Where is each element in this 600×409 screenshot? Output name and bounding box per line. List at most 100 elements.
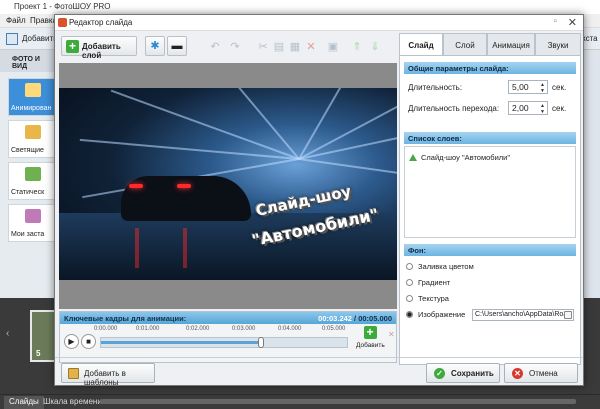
tick-label: 0:01.000	[136, 326, 160, 332]
slide-editor-dialog: Редактор слайда ▫ ✕ + Добавить слой ✱ ▬ …	[54, 14, 584, 387]
text-bubble-button[interactable]: ▬	[167, 36, 187, 56]
add-to-templates-button[interactable]: Добавить в шаблоны	[61, 363, 155, 387]
cancel-icon: ✕	[512, 368, 523, 379]
close-icon[interactable]: ✕	[568, 16, 577, 29]
radio-gradient[interactable]: Градиент	[406, 278, 450, 287]
spinner-arrows-icon[interactable]: ▲ ▼	[540, 103, 545, 115]
playhead[interactable]	[257, 337, 264, 348]
add-layer-label: Добавить слой	[82, 42, 121, 60]
keyframes-panel: Ключевые кадры для анимации: 00:03.242 /…	[59, 311, 397, 363]
properties-panel: Слайд Слой Анимация Звуки Общие параметр…	[399, 33, 581, 365]
effects-button[interactable]: ✱	[145, 36, 165, 56]
transition-unit: сек.	[552, 104, 567, 113]
cut-icon[interactable]: ✂	[255, 39, 271, 55]
side-item-animated[interactable]: Анимирован	[8, 78, 56, 116]
menu-edit[interactable]: Правка	[30, 16, 57, 25]
add-button[interactable]: Добавить	[22, 34, 57, 43]
move-down-icon[interactable]: ⇓	[367, 39, 383, 55]
add-keyframe-label: Добавить	[356, 342, 385, 349]
menu-file[interactable]: Файл	[6, 16, 26, 25]
template-icon	[68, 368, 79, 379]
side-item-label: Анимирован	[11, 105, 52, 112]
radio-icon	[406, 279, 413, 286]
tab-slide[interactable]: Слайд	[399, 33, 443, 56]
background-header: Фон:	[404, 244, 576, 256]
tick-label: 0:04.000	[278, 326, 302, 332]
play-button[interactable]: ▶	[64, 334, 79, 349]
radio-texture[interactable]: Текстура	[406, 294, 449, 303]
left-panel-header: ФОТО И ВИД	[0, 50, 56, 72]
layer-item[interactable]: Слайд-шоу "Автомобили"	[409, 153, 510, 162]
add-icon	[6, 33, 18, 45]
spinner-arrows-icon[interactable]: ▲ ▼	[540, 82, 545, 94]
slide-thumbnail[interactable]: 5	[30, 310, 56, 362]
slide-number: 5	[36, 349, 41, 358]
slide-preview[interactable]: Слайд-шоу "Автомобили"	[59, 63, 397, 309]
keyframes-current-time: 00:03.242	[318, 314, 352, 323]
general-params-header: Общие параметры слайда:	[404, 62, 576, 74]
cancel-button[interactable]: ✕ Отмена	[504, 363, 578, 383]
stop-button[interactable]: ■	[81, 334, 96, 349]
left-panel: ФОТО И ВИД Анимирован Светящие Статическ…	[0, 50, 56, 298]
transition-value: 2,00	[512, 103, 529, 113]
track-progress	[101, 341, 261, 344]
browse-icon[interactable]	[564, 311, 572, 319]
car-shape	[121, 176, 251, 221]
dialog-title: Редактор слайда	[69, 18, 133, 27]
image-path-field[interactable]: C:\Users\ancho\AppData\Roar	[472, 309, 574, 321]
radio-image[interactable]: Изображение	[406, 310, 465, 319]
plus-icon: +	[66, 40, 79, 53]
move-up-icon[interactable]: ⇑	[349, 39, 365, 55]
bottom-tabs: Слайды Шкала времени	[0, 395, 600, 409]
plus-icon: +	[363, 326, 377, 339]
side-item-glowing[interactable]: Светящие	[8, 120, 56, 158]
preview-image: Слайд-шоу "Автомобили"	[59, 88, 397, 280]
restore-icon[interactable]: ▫	[553, 16, 557, 27]
cancel-label: Отмена	[529, 369, 558, 378]
layers-header: Список слоев:	[404, 132, 576, 144]
side-item-static[interactable]: Статическ	[8, 162, 56, 200]
radio-label: Заливка цветом	[418, 262, 474, 271]
tab-animation[interactable]: Анимация	[487, 33, 535, 55]
paste-icon[interactable]: ▦	[287, 39, 303, 55]
radio-label: Текстура	[418, 294, 449, 303]
align-icon[interactable]: ▣	[325, 39, 341, 55]
add-layer-button[interactable]: + Добавить слой	[61, 36, 137, 60]
radio-label: Градиент	[418, 278, 451, 287]
undo-icon[interactable]: ↶	[207, 39, 223, 55]
radio-icon	[406, 295, 413, 302]
tab-timeline[interactable]: Шкала времени	[38, 396, 107, 409]
side-item-label: Светящие	[11, 147, 44, 154]
remove-keyframe-icon[interactable]: ✕	[388, 330, 395, 339]
keyframe-track[interactable]	[100, 337, 348, 348]
app-title: Проект 1 - ФотоШОУ PRO	[14, 2, 111, 11]
redo-icon[interactable]: ↷	[227, 39, 243, 55]
tab-sounds[interactable]: Звуки	[535, 33, 581, 55]
side-item-my-screens[interactable]: Мои заста	[8, 204, 56, 242]
scroll-left-icon[interactable]: ‹	[6, 328, 9, 339]
image-path-value: C:\Users\ancho\AppData\Roar	[475, 311, 570, 318]
tick-label: 0:05.000	[322, 326, 346, 332]
add-to-templates-label: Добавить в шаблоны	[84, 369, 126, 387]
transition-label: Длительность перехода:	[408, 104, 500, 113]
keyframes-title: Ключевые кадры для анимации:	[64, 314, 187, 323]
horizontal-scrollbar[interactable]	[100, 399, 576, 404]
duration-spinner[interactable]: 5,00 ▲ ▼	[508, 80, 548, 94]
save-button[interactable]: ✓ Сохранить	[426, 363, 500, 383]
tab-layer[interactable]: Слой	[443, 33, 487, 55]
radio-icon	[406, 263, 413, 270]
tick-label: 0:00.000	[94, 326, 118, 332]
slide-tab-content: Общие параметры слайда: Длительность: 5,…	[399, 55, 581, 365]
delete-icon[interactable]: ✕	[303, 39, 319, 55]
app-icon	[58, 18, 67, 27]
dialog-titlebar: Редактор слайда ▫ ✕	[55, 15, 583, 31]
toolbar-fragment[interactable]: кста	[582, 34, 598, 43]
duration-unit: сек.	[552, 83, 567, 92]
side-item-label: Статическ	[11, 189, 45, 196]
tick-label: 0:03.000	[232, 326, 256, 332]
radio-fill-color[interactable]: Заливка цветом	[406, 262, 474, 271]
transition-spinner[interactable]: 2,00 ▲ ▼	[508, 101, 548, 115]
layer-item-label: Слайд-шоу "Автомобили"	[421, 153, 511, 162]
copy-icon[interactable]: ▤	[271, 39, 287, 55]
app-titlebar: Проект 1 - ФотоШОУ PRO	[0, 0, 600, 14]
